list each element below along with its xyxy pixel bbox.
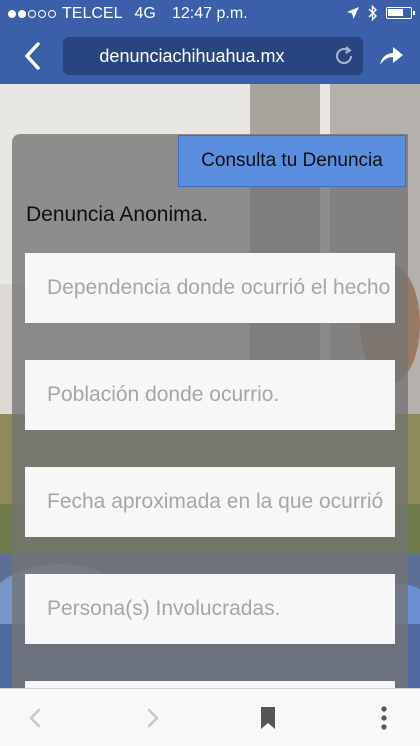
dependencia-input[interactable]: Dependencia donde ocurrió el hecho	[25, 253, 395, 323]
system-icons	[346, 5, 415, 21]
back-arrow-icon[interactable]	[22, 704, 50, 732]
reload-icon[interactable]	[333, 45, 355, 67]
screen: TELCEL 4G 12:47 p.m. denunciachihuahua.m…	[0, 0, 420, 746]
location-arrow-icon	[347, 7, 359, 19]
share-icon[interactable]	[376, 41, 406, 71]
url-field[interactable]: denunciachihuahua.mx	[63, 37, 363, 75]
back-chevron-icon[interactable]	[18, 40, 50, 72]
carrier-info: TELCEL 4G	[8, 5, 156, 23]
url-text: denunciachihuahua.mx	[99, 46, 285, 66]
personas-involucradas-input[interactable]: Persona(s) Involucradas.	[25, 574, 395, 644]
browser-toolbar	[0, 688, 420, 746]
form-title: Denuncia Anonima.	[26, 203, 209, 226]
clock: 12:47 p.m.	[172, 5, 248, 22]
poblacion-input[interactable]: Población donde ocurrio.	[25, 360, 395, 430]
signal-strength-icon	[8, 10, 56, 18]
more-options-icon[interactable]	[370, 704, 398, 732]
network-type: 4G	[134, 5, 156, 22]
bluetooth-icon	[368, 5, 377, 21]
browser-address-bar: denunciachihuahua.mx	[0, 28, 420, 84]
carrier-name: TELCEL	[62, 5, 123, 22]
status-bar: TELCEL 4G 12:47 p.m.	[0, 0, 420, 28]
battery-icon	[386, 7, 415, 19]
forward-arrow-icon[interactable]	[138, 704, 166, 732]
fecha-input[interactable]: Fecha aproximada en la que ocurrió	[25, 467, 395, 537]
bookmark-icon[interactable]	[254, 704, 282, 732]
consulta-denuncia-button[interactable]: Consulta tu Denuncia	[178, 135, 406, 187]
